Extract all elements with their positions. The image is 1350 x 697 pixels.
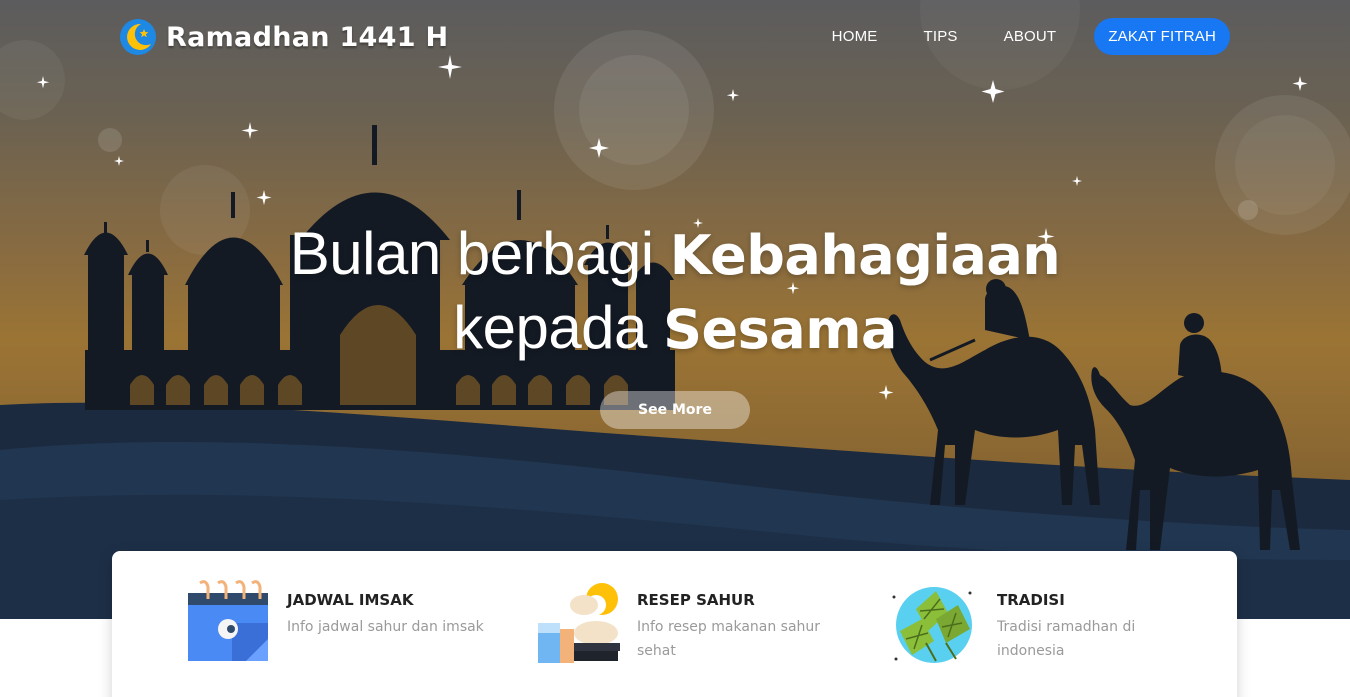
feature-description: Info jadwal sahur dan imsak — [287, 619, 484, 635]
feature-title: RESEP SAHUR — [637, 591, 755, 609]
calendar-icon — [188, 580, 268, 661]
feature-title: TRADISI — [997, 591, 1065, 609]
headline-line-1-thin: Bulan berbagi — [289, 220, 670, 287]
feature-resep-sahur[interactable]: RESEP SAHUR Info resep makanan sahur seh… — [536, 579, 866, 669]
feature-description-line-2: indonesia — [997, 643, 1065, 659]
meal-icon — [538, 583, 620, 663]
feature-description-line-1: Info resep makanan sahur — [637, 619, 821, 635]
headline-line-2-bold: Sesama — [663, 298, 897, 361]
zakat-fitrah-button[interactable]: ZAKAT FITRAH — [1094, 18, 1230, 55]
feature-text: JADWAL IMSAK Info jadwal sahur dan imsak — [287, 591, 484, 639]
feature-description: Info resep makanan sahur sehat — [637, 615, 820, 663]
page: Ramadhan 1441 H HOME TIPS ABOUT ZAKAT FI… — [0, 0, 1350, 697]
feature-description: Tradisi ramadhan di indonesia — [997, 615, 1135, 663]
nav-tips-link[interactable]: TIPS — [923, 28, 957, 45]
nav-about-link[interactable]: ABOUT — [1004, 28, 1057, 45]
nav-home-link[interactable]: HOME — [832, 28, 878, 45]
brand-title: Ramadhan 1441 H — [166, 21, 449, 53]
feature-text: TRADISI Tradisi ramadhan di indonesia — [997, 591, 1135, 663]
navbar: Ramadhan 1441 H HOME TIPS ABOUT ZAKAT FI… — [0, 0, 1350, 76]
hero-headline: Bulan berbagi Kebahagiaan kepada Sesama — [0, 218, 1350, 366]
feature-jadwal-imsak[interactable]: JADWAL IMSAK Info jadwal sahur dan imsak — [186, 579, 516, 669]
features-card: JADWAL IMSAK Info jadwal sahur dan imsak… — [112, 551, 1237, 697]
feature-description-line-2: sehat — [637, 643, 676, 659]
ketupat-icon — [892, 587, 972, 663]
brand-link[interactable]: Ramadhan 1441 H — [118, 16, 448, 58]
headline-line-2-thin: kepada — [453, 294, 664, 361]
feature-title: JADWAL IMSAK — [287, 591, 414, 609]
feature-tradisi[interactable]: TRADISI Tradisi ramadhan di indonesia — [886, 579, 1216, 669]
headline-line-1: Bulan berbagi Kebahagiaan — [0, 218, 1350, 292]
hero-section: Ramadhan 1441 H HOME TIPS ABOUT ZAKAT FI… — [0, 0, 1350, 619]
headline-line-1-bold: Kebahagiaan — [669, 224, 1061, 287]
nav-menu: HOME TIPS ABOUT ZAKAT FITRAH — [786, 18, 1230, 55]
see-more-button[interactable]: See More — [600, 391, 750, 429]
headline-line-2: kepada Sesama — [0, 292, 1350, 366]
crescent-moon-icon — [120, 19, 156, 55]
feature-description-line-1: Tradisi ramadhan di — [997, 619, 1136, 635]
feature-text: RESEP SAHUR Info resep makanan sahur seh… — [637, 591, 820, 663]
